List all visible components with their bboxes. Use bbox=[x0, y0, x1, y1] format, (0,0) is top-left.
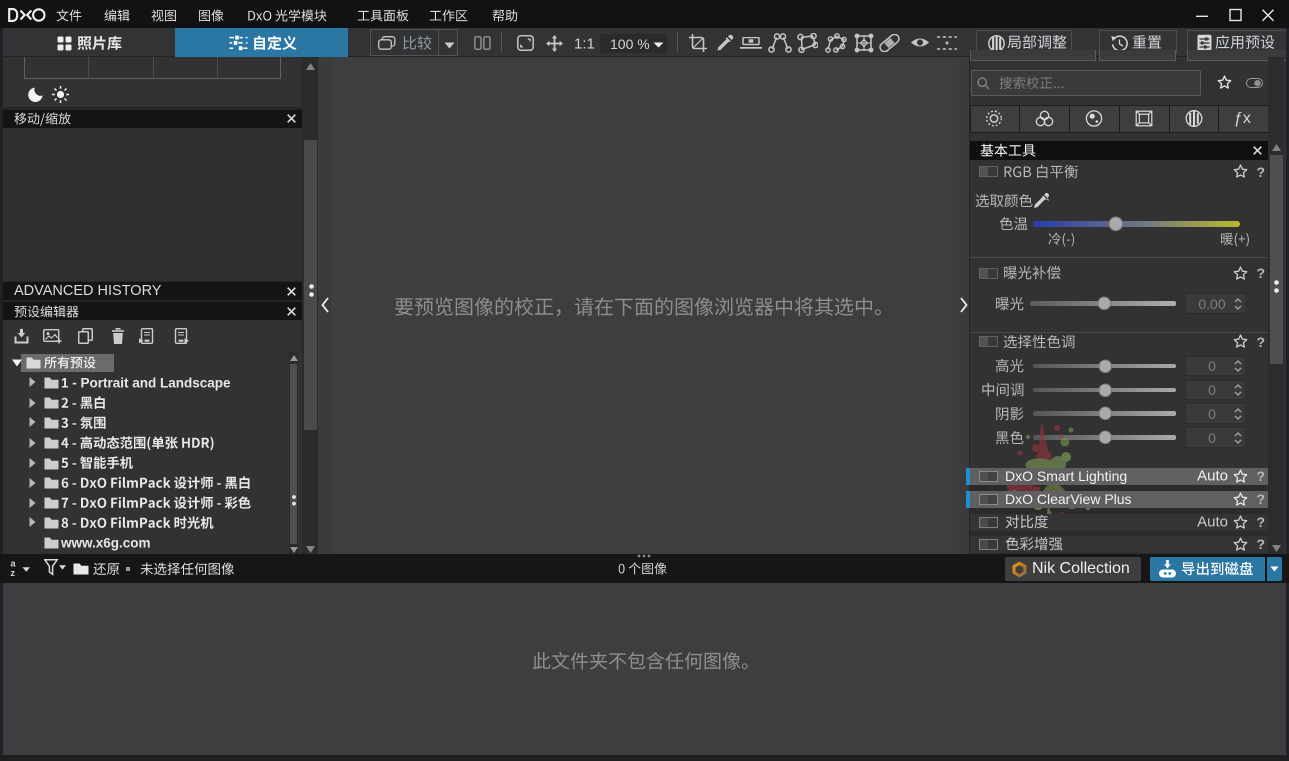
svg-text:z: z bbox=[11, 568, 16, 578]
svg-text:a: a bbox=[11, 559, 17, 569]
